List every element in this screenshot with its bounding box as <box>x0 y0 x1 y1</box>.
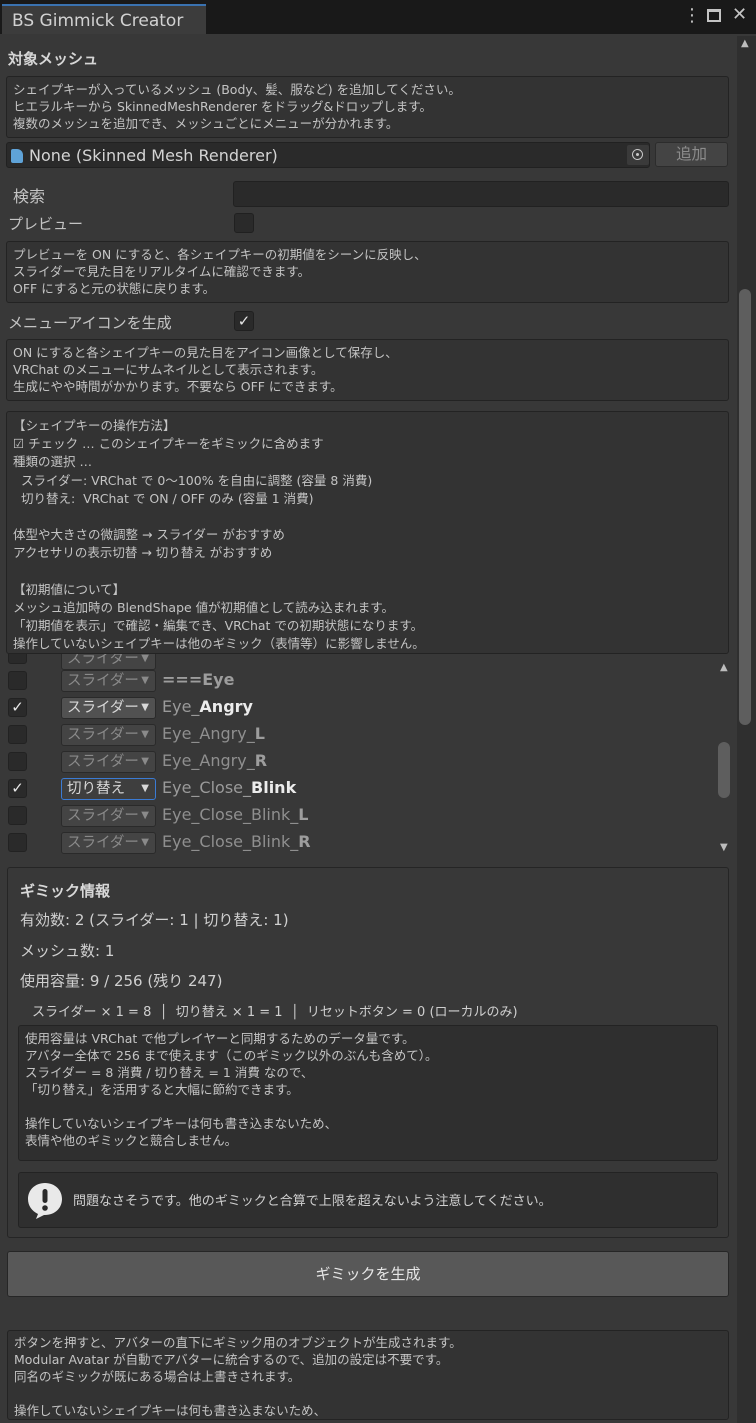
shapekey-name: ===Eye <box>162 670 235 689</box>
exclamation-bubble-icon <box>27 1181 63 1219</box>
search-input[interactable] <box>233 181 729 207</box>
object-picker-button[interactable] <box>627 145 649 165</box>
main-scrollbar-thumb[interactable] <box>739 289 751 725</box>
skinned-mesh-object-field[interactable]: None (Skinned Mesh Renderer) <box>6 142 650 168</box>
preview-help: プレビューを ON にすると、各シェイプキーの初期値をシーンに反映し、 スライダ… <box>6 241 729 303</box>
menu-icon-label: メニューアイコンを生成 <box>8 314 172 332</box>
shapekey-type-value: スライダー <box>67 727 139 743</box>
shapekey-list: スライダー ▼ スライダー ▼ ===Eye ✓ スライダー ▼ Eye_Angry スライダー… <box>0 654 737 858</box>
chevron-down-icon: ▼ <box>141 675 149 686</box>
main-scrollbar[interactable]: ▲ <box>737 36 756 1423</box>
shapekey-type-value: スライダー <box>67 700 139 716</box>
kebab-menu-icon[interactable]: ⋮ <box>683 5 701 26</box>
close-icon[interactable]: ✕ <box>732 4 747 25</box>
shapekey-checkbox[interactable]: ✓ <box>8 779 27 798</box>
target-picker-icon <box>632 149 643 160</box>
shapekey-type-dropdown[interactable]: 切り替え ▼ <box>61 778 156 800</box>
capacity: 使用容量: 9 / 256 (残り 247) <box>20 972 223 990</box>
list-scrollbar-thumb[interactable] <box>718 742 730 798</box>
shapekey-name: Eye_Angry_L <box>162 724 265 743</box>
window-title: BS Gimmick Creator <box>12 11 184 31</box>
notice-text: 問題なさそうです。他のギミックと合算で上限を超えないよう注意してください。 <box>73 1194 552 1209</box>
shapekey-type-value: スライダー <box>67 673 139 689</box>
chevron-down-icon: ▼ <box>141 702 149 713</box>
shapekey-instructions: 【シェイプキーの操作方法】 ☑ チェック … このシェイプキーをギミックに含めま… <box>6 411 729 654</box>
shapekey-type-dropdown[interactable]: スライダー ▼ <box>61 724 156 746</box>
shapekey-checkbox[interactable] <box>8 806 27 825</box>
shapekey-type-value: スライダー <box>67 808 139 824</box>
menu-icon-help: ON にすると各シェイプキーの見た目をアイコン画像として保存し、 VRChat … <box>6 339 729 401</box>
generate-gimmick-button[interactable]: ギミックを生成 <box>7 1251 729 1297</box>
shapekey-name: Eye_Close_Blink_L <box>162 805 309 824</box>
chevron-down-icon: ▼ <box>141 756 149 767</box>
target-mesh-heading: 対象メッシュ <box>8 50 99 68</box>
target-mesh-help: シェイプキーが入っているメッシュ (Body、髪、服など) を追加してください。… <box>6 76 729 138</box>
chevron-down-icon: ▼ <box>141 729 149 740</box>
preview-label: プレビュー <box>8 215 84 233</box>
shapekey-name: Eye_Close_Blink_R <box>162 832 311 851</box>
shapekey-type-dropdown[interactable]: スライダー ▼ <box>61 670 156 692</box>
notice-box: 問題なさそうです。他のギミックと合算で上限を超えないよう注意してください。 <box>18 1172 718 1228</box>
shapekey-name: Eye_Angry <box>162 697 253 716</box>
shapekey-name: Eye_Angry_R <box>162 751 268 770</box>
list-scroll-down-icon[interactable]: ▼ <box>720 842 728 853</box>
object-field-value: None (Skinned Mesh Renderer) <box>29 146 278 165</box>
shapekey-type-value: 切り替え <box>67 781 125 797</box>
scroll-up-arrow-icon[interactable]: ▲ <box>741 38 749 49</box>
add-mesh-button[interactable]: 追加 <box>655 142 728 167</box>
window-tab[interactable]: BS Gimmick Creator <box>2 4 206 34</box>
shapekey-checkbox[interactable] <box>8 725 27 744</box>
list-scroll-up-icon[interactable]: ▲ <box>720 662 728 673</box>
shapekey-type-dropdown[interactable]: スライダー ▼ <box>61 697 156 719</box>
shapekey-type-dropdown[interactable]: スライダー ▼ <box>61 832 156 854</box>
capacity-help: 使用容量は VRChat で他プレイヤーと同期するためのデータ量です。 アバター… <box>18 1025 718 1161</box>
chevron-down-icon: ▼ <box>141 837 149 848</box>
chevron-down-icon: ▼ <box>141 810 149 821</box>
menu-icon-checkbox[interactable]: ✓ <box>234 311 254 331</box>
preview-checkbox[interactable] <box>234 213 254 233</box>
footer-help: ボタンを押すと、アバターの直下にギミック用のオブジェクトが生成されます。 Mod… <box>7 1330 729 1420</box>
shapekey-type-value: スライダー <box>67 754 139 770</box>
shapekey-checkbox[interactable] <box>8 833 27 852</box>
search-label: 検索 <box>13 187 46 206</box>
shapekey-checkbox[interactable]: ✓ <box>8 698 27 717</box>
shapekey-checkbox[interactable] <box>8 752 27 771</box>
shapekey-list-scrollbar[interactable]: ▲ ▼ <box>715 656 735 858</box>
shapekey-type-dropdown[interactable]: スライダー ▼ <box>61 751 156 773</box>
chevron-down-icon: ▼ <box>141 783 149 794</box>
active-count: 有効数: 2 (スライダー: 1 | 切り替え: 1) <box>20 911 289 929</box>
maximize-icon[interactable] <box>707 9 721 22</box>
capacity-breakdown: スライダー × 1 = 8 │ 切り替え × 1 = 1 │ リセットボタン =… <box>32 1005 518 1020</box>
shapekey-name: Eye_Close_Blink <box>162 778 297 797</box>
shapekey-checkbox[interactable] <box>8 671 27 690</box>
shapekey-type-dropdown[interactable]: スライダー ▼ <box>61 805 156 827</box>
gimmick-info-panel: ギミック情報 有効数: 2 (スライダー: 1 | 切り替え: 1) メッシュ数… <box>7 867 729 1238</box>
gimmick-info-heading: ギミック情報 <box>20 882 111 900</box>
shapekey-type-value: スライダー <box>67 835 139 851</box>
mesh-count: メッシュ数: 1 <box>20 942 115 960</box>
skinned-mesh-renderer-icon <box>11 149 23 163</box>
